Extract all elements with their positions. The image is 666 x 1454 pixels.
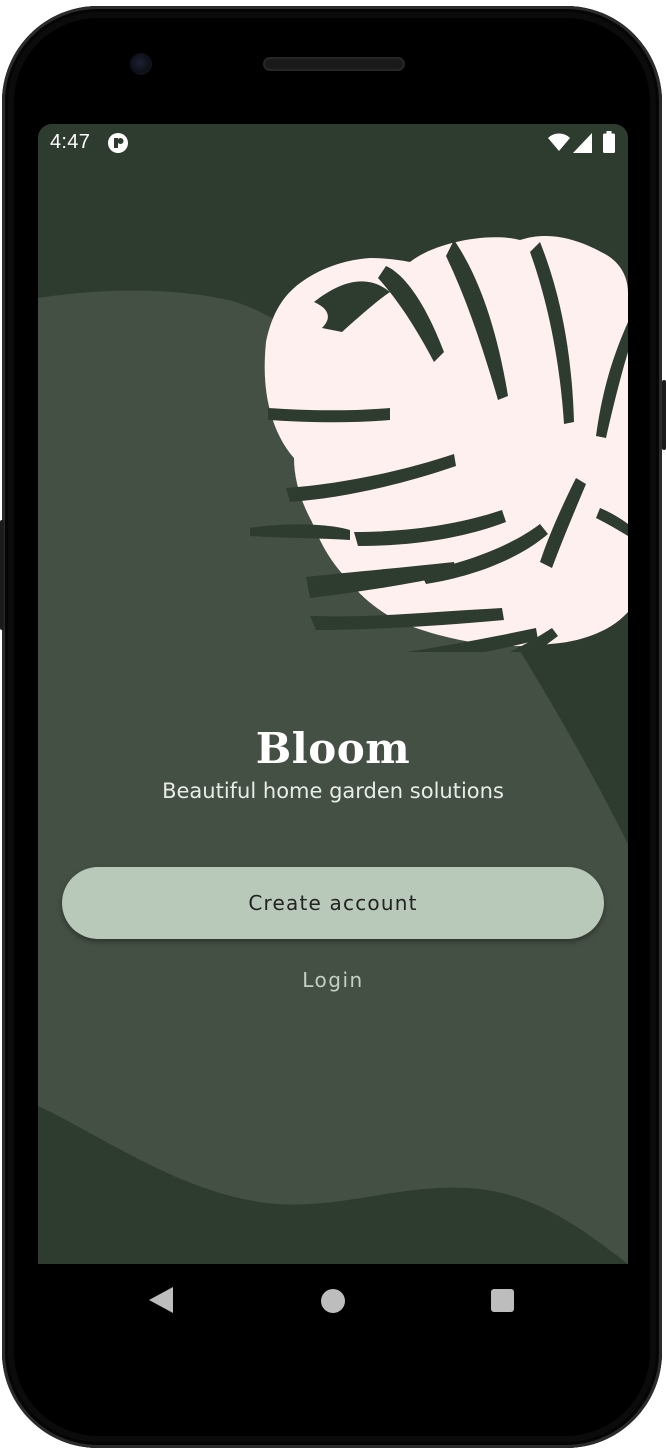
status-bar: 4:47 xyxy=(38,124,628,164)
front-camera xyxy=(130,53,152,75)
earpiece-speaker xyxy=(263,57,405,71)
home-circle-icon[interactable] xyxy=(321,1289,345,1313)
system-navigation-bar xyxy=(38,1264,628,1336)
power-button xyxy=(662,380,666,450)
status-time: 4:47 xyxy=(50,131,91,153)
app-title: Bloom xyxy=(255,724,411,773)
battery-icon xyxy=(603,131,615,153)
back-triangle-icon[interactable] xyxy=(149,1287,173,1313)
phone-device: 4:47 Bloom Beautiful home garden solutio… xyxy=(0,0,666,1454)
monstera-leaf-illustration xyxy=(250,235,628,652)
create-account-button[interactable]: Create account xyxy=(62,867,604,939)
volume-button xyxy=(0,520,4,630)
app-screen: 4:47 Bloom Beautiful home garden solutio… xyxy=(38,124,628,1264)
login-button[interactable]: Login xyxy=(283,962,383,998)
wifi-icon xyxy=(548,133,570,151)
recents-square-icon[interactable] xyxy=(491,1289,514,1312)
app-notification-icon xyxy=(108,133,128,153)
app-tagline: Beautiful home garden solutions xyxy=(162,779,504,803)
cell-signal-icon xyxy=(573,133,592,153)
